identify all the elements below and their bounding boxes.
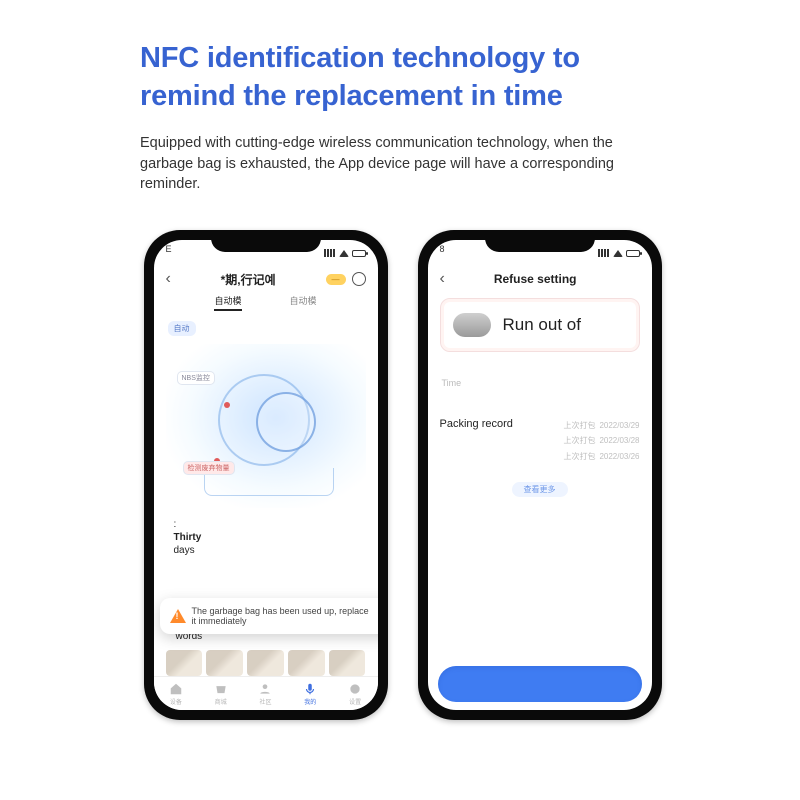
tab-1[interactable]: 自动模 bbox=[214, 294, 241, 311]
tabbar-item[interactable]: 商城 bbox=[198, 677, 243, 710]
status-left: 8 bbox=[440, 244, 445, 262]
header-badge: — bbox=[326, 274, 346, 285]
thumb[interactable] bbox=[206, 650, 243, 676]
record-item: 上次打包2022/03/29 bbox=[563, 418, 639, 433]
page-heading: NFC identification technology to remind … bbox=[140, 40, 665, 115]
device-illustration: NBS监控 检测废弃物量 bbox=[166, 344, 366, 508]
bag-icon bbox=[453, 313, 491, 337]
shop-icon bbox=[214, 682, 228, 696]
warning-icon bbox=[170, 609, 186, 623]
page-description: Equipped with cutting-edge wireless comm… bbox=[140, 133, 665, 194]
app-header: ‹ Refuse setting bbox=[428, 266, 652, 292]
community-icon bbox=[258, 682, 272, 696]
header-title: Refuse setting bbox=[451, 272, 620, 286]
tabbar-item[interactable]: 设置 bbox=[333, 677, 378, 710]
record-list: 上次打包2022/03/29 上次打包2022/03/28 上次打包2022/0… bbox=[563, 418, 639, 464]
phone-mock-right: 8 ‹ Refuse setting Run out of bbox=[418, 230, 662, 720]
phone-notch bbox=[211, 230, 321, 252]
view-more-button[interactable]: 查看更多 bbox=[512, 482, 568, 497]
phone-screen: E ‹ *期,行记예 — 自动模 自动模 自 bbox=[154, 240, 378, 710]
thumbnail-row bbox=[166, 650, 366, 676]
signal-icon bbox=[598, 249, 610, 257]
primary-action-button[interactable] bbox=[438, 666, 642, 702]
device-label-mid: 检测废弃物量 bbox=[184, 462, 234, 474]
battery-icon bbox=[352, 250, 366, 257]
record-item: 上次打包2022/03/26 bbox=[563, 449, 639, 464]
tabbar-item[interactable]: 设备 bbox=[154, 677, 199, 710]
mode-tag[interactable]: 自动 bbox=[168, 321, 196, 336]
header-tabs: 自动模 自动模 bbox=[154, 294, 378, 311]
thumb[interactable] bbox=[329, 650, 366, 676]
device-label-top: NBS监控 bbox=[178, 372, 214, 384]
packing-record-label: Packing record bbox=[440, 418, 513, 430]
bottom-tabbar: 设备 商城 社区 我的 设置 bbox=[154, 676, 378, 710]
record-item: 上次打包2022/03/28 bbox=[563, 433, 639, 448]
back-icon[interactable]: ‹ bbox=[166, 270, 171, 288]
thumb[interactable] bbox=[166, 650, 203, 676]
thumb[interactable] bbox=[288, 650, 325, 676]
tabbar-item[interactable]: 我的 bbox=[288, 677, 333, 710]
home-icon bbox=[169, 682, 183, 696]
phones-row: E ‹ *期,行记예 — 自动模 自动模 自 bbox=[140, 230, 665, 720]
section-label-time: Time bbox=[442, 378, 638, 388]
stats-num: : bbox=[174, 518, 358, 531]
hotspot-icon bbox=[224, 402, 230, 408]
app-header: ‹ *期,行记예 — bbox=[154, 266, 378, 292]
battery-icon bbox=[626, 250, 640, 257]
phone-screen: 8 ‹ Refuse setting Run out of bbox=[428, 240, 652, 710]
status-card[interactable]: Run out of bbox=[440, 298, 640, 352]
signal-icon bbox=[324, 249, 336, 257]
wifi-icon bbox=[613, 250, 623, 257]
tabbar-item[interactable]: 社区 bbox=[243, 677, 288, 710]
packing-record-row: Packing record 上次打包2022/03/29 上次打包2022/0… bbox=[440, 418, 640, 464]
wifi-icon bbox=[339, 250, 349, 257]
settings-icon bbox=[348, 682, 362, 696]
phone-notch bbox=[485, 230, 595, 252]
alert-text: The garbage bag has been used up, replac… bbox=[192, 606, 376, 626]
thumb[interactable] bbox=[247, 650, 284, 676]
gear-icon[interactable] bbox=[352, 272, 366, 286]
phone-mock-left: E ‹ *期,行记예 — 自动模 自动模 自 bbox=[144, 230, 388, 720]
stats-sub: days bbox=[174, 544, 358, 557]
status-left: E bbox=[166, 244, 172, 262]
card-text: Run out of bbox=[503, 315, 581, 335]
tab-2[interactable]: 自动模 bbox=[290, 294, 317, 311]
usage-stats: : Thirty days bbox=[174, 518, 358, 557]
device-ring-inner bbox=[256, 392, 316, 452]
header-title: *期,行记예 bbox=[177, 271, 320, 288]
alert-toast[interactable]: The garbage bag has been used up, replac… bbox=[160, 598, 378, 634]
stats-unit: Thirty bbox=[174, 531, 358, 544]
mic-icon bbox=[303, 682, 317, 696]
back-icon[interactable]: ‹ bbox=[440, 270, 445, 288]
